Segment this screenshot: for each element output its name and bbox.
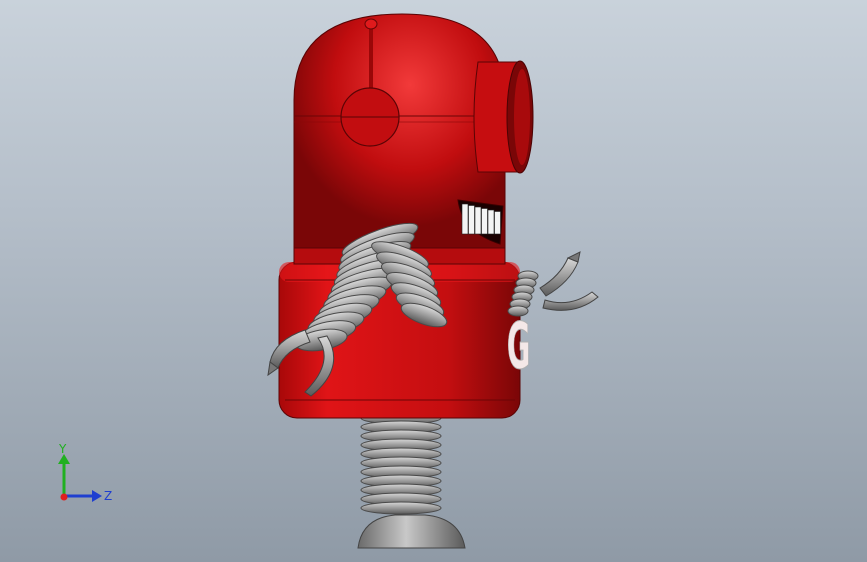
back-arm-coil [507,305,529,317]
tooth [481,208,488,235]
y-axis-label: Y [58,442,67,456]
tooth [468,205,475,235]
robot-foot [357,514,466,549]
tooth [461,203,469,235]
tooth [494,211,501,235]
origin-dot [60,493,68,501]
robot-badge: G [507,308,531,384]
robot-goggle-eye [473,60,534,174]
svg-text:G: G [507,309,531,384]
leg-coil [360,501,442,515]
coordinate-triad: Y Z [58,442,112,503]
z-axis-arrow [92,490,102,502]
robot-leg-spring [360,411,442,515]
robot-back-claw [539,251,599,311]
z-axis-label: Z [104,489,112,503]
tooth [474,206,482,235]
tooth [487,209,495,235]
model-viewport[interactable]: G [0,0,867,562]
